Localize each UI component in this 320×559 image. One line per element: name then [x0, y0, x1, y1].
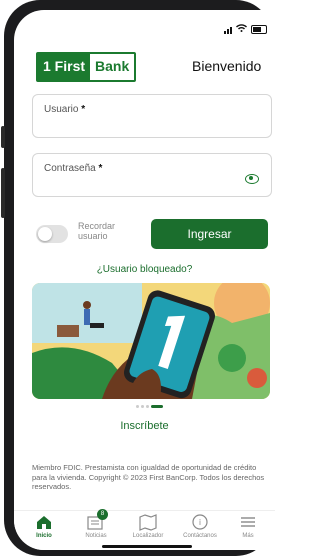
blocked-user-link[interactable]: ¿Usuario bloqueado?: [14, 264, 275, 275]
app-screen: 1 First Bank Bienvenido Usuario * Contra…: [14, 10, 275, 550]
promo-banner-illustration[interactable]: [32, 283, 270, 399]
home-icon: [33, 513, 55, 531]
carousel-indicator[interactable]: [136, 405, 163, 408]
username-label: Usuario *: [44, 104, 86, 115]
battery-icon: [251, 25, 267, 34]
wifi-icon: [236, 24, 247, 35]
tab-label: Más: [242, 533, 254, 539]
contact-icon: i: [189, 513, 211, 531]
news-badge: 8: [97, 509, 108, 520]
home-indicator: [102, 545, 192, 548]
legal-disclaimer: Miembro FDIC. Prestamista con igualdad d…: [32, 463, 265, 491]
news-icon: 8: [85, 509, 108, 531]
register-link[interactable]: Inscríbete: [14, 420, 275, 432]
logo-right: Bank: [90, 54, 135, 80]
remember-user-label: Recordar usuario: [78, 221, 116, 241]
tab-mas[interactable]: Más: [222, 513, 274, 539]
show-password-eye-icon[interactable]: [245, 174, 259, 184]
tab-label: Localizador: [132, 533, 164, 539]
username-field[interactable]: Usuario *: [32, 94, 272, 138]
password-field[interactable]: Contraseña *: [32, 153, 272, 197]
tab-contactanos[interactable]: i Contáctanos: [174, 513, 226, 539]
phone-side-button: [1, 126, 5, 148]
tab-label: Noticias: [85, 533, 107, 539]
status-bar: [224, 24, 267, 35]
logo-left: 1 First: [38, 54, 91, 80]
password-label: Contraseña *: [44, 163, 103, 174]
remember-user-toggle[interactable]: [36, 225, 68, 243]
phone-side-button: [1, 168, 5, 218]
bottom-tab-bar: Inicio 8 Noticias Localizador i Contácta…: [14, 509, 275, 550]
tab-label: Inicio: [36, 533, 52, 539]
svg-text:i: i: [199, 518, 201, 527]
tab-label: Contáctanos: [183, 533, 217, 539]
tab-noticias[interactable]: 8 Noticias: [70, 509, 122, 539]
tab-localizador[interactable]: Localizador: [122, 513, 174, 539]
tab-inicio[interactable]: Inicio: [18, 513, 70, 539]
map-icon: [137, 513, 159, 531]
login-button[interactable]: Ingresar: [151, 219, 268, 249]
welcome-title: Bienvenido: [192, 58, 262, 74]
signal-icon: [224, 26, 232, 34]
bank-logo: 1 First Bank: [36, 52, 137, 82]
menu-icon: [237, 513, 259, 531]
